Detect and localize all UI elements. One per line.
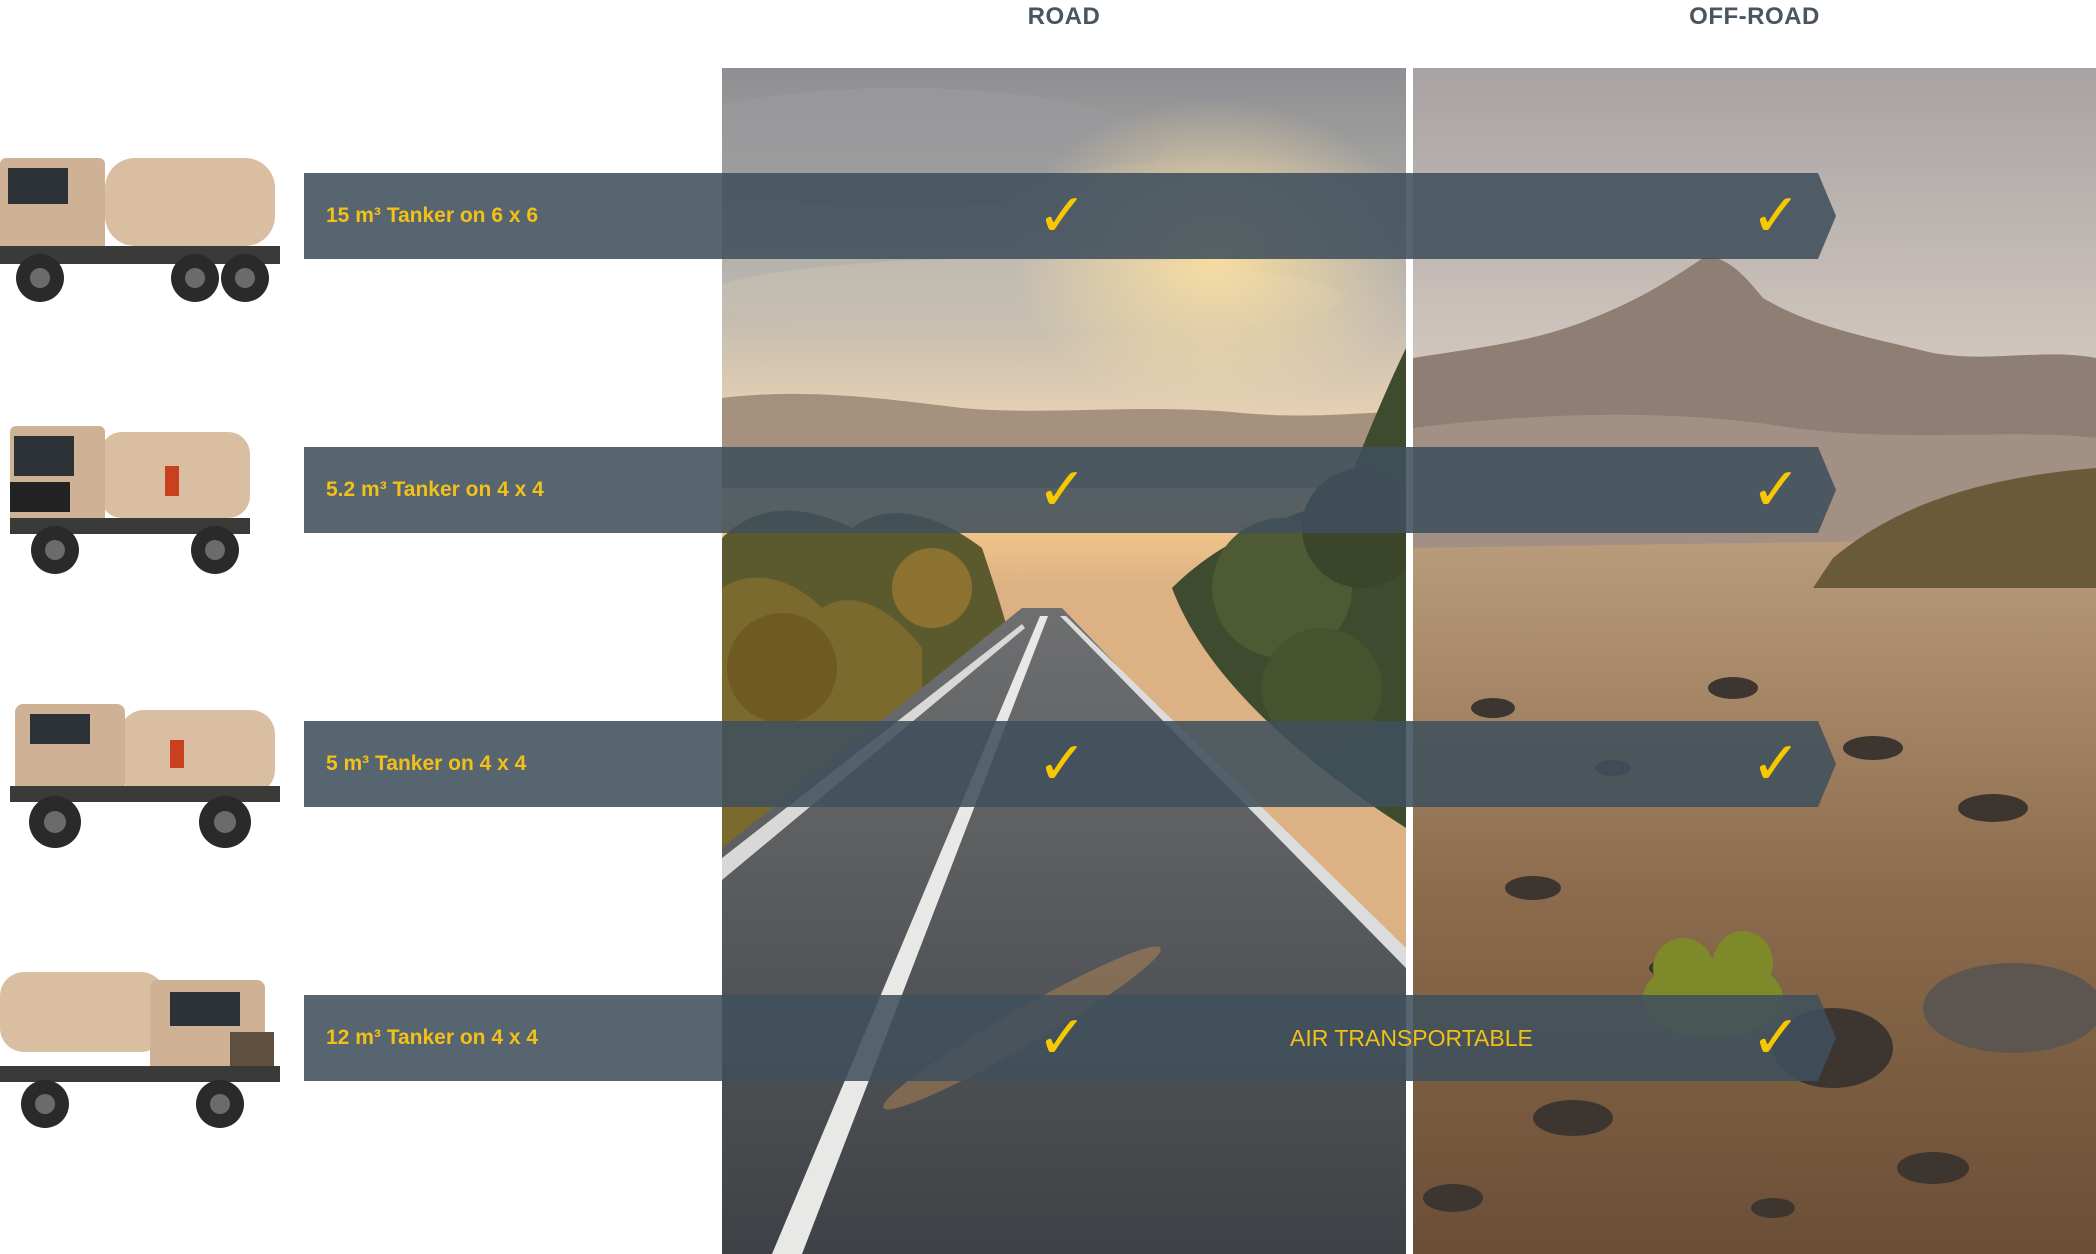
offroad-check-icon: ✓ [1750,181,1802,251]
air-transportable-note: AIR TRANSPORTABLE [1290,1025,1533,1051]
row-label: 5 m³ Tanker on 4 x 4 [326,752,527,775]
row-banner-12m3: 12 m³ Tanker on 4 x 4 ✓ AIR TRANSPORTABL… [304,995,1836,1081]
truck-image-4x4-12m3 [0,958,285,1138]
road-check-icon: ✓ [1036,1003,1088,1073]
offroad-check-icon: ✓ [1750,1003,1802,1073]
row-banner-5m3: 5 m³ Tanker on 4 x 4 ✓ ✓ [304,721,1836,807]
comparison-slide: ROAD OFF-ROAD 15 m³ Tanker on 6 x 6 ✓ ✓ … [0,0,2096,1254]
road-check-icon: ✓ [1036,181,1088,251]
row-label: 12 m³ Tanker on 4 x 4 [326,1026,539,1049]
road-check-icon: ✓ [1036,729,1088,799]
column-header-road: ROAD [1027,3,1101,30]
row-label: 5.2 m³ Tanker on 4 x 4 [326,478,544,501]
truck-image-6x6-15m3 [0,128,285,308]
truck-image-4x4-5-2m3 [0,402,285,582]
road-check-icon: ✓ [1036,455,1088,525]
row-banner-15m3: 15 m³ Tanker on 6 x 6 ✓ ✓ [304,173,1836,259]
offroad-check-icon: ✓ [1750,729,1802,799]
row-label: 15 m³ Tanker on 6 x 6 [326,204,539,227]
offroad-check-icon: ✓ [1750,455,1802,525]
row-banner-5-2m3: 5.2 m³ Tanker on 4 x 4 ✓ ✓ [304,447,1836,533]
truck-image-4x4-5m3 [0,674,285,854]
column-header-offroad: OFF-ROAD [1689,3,1820,30]
